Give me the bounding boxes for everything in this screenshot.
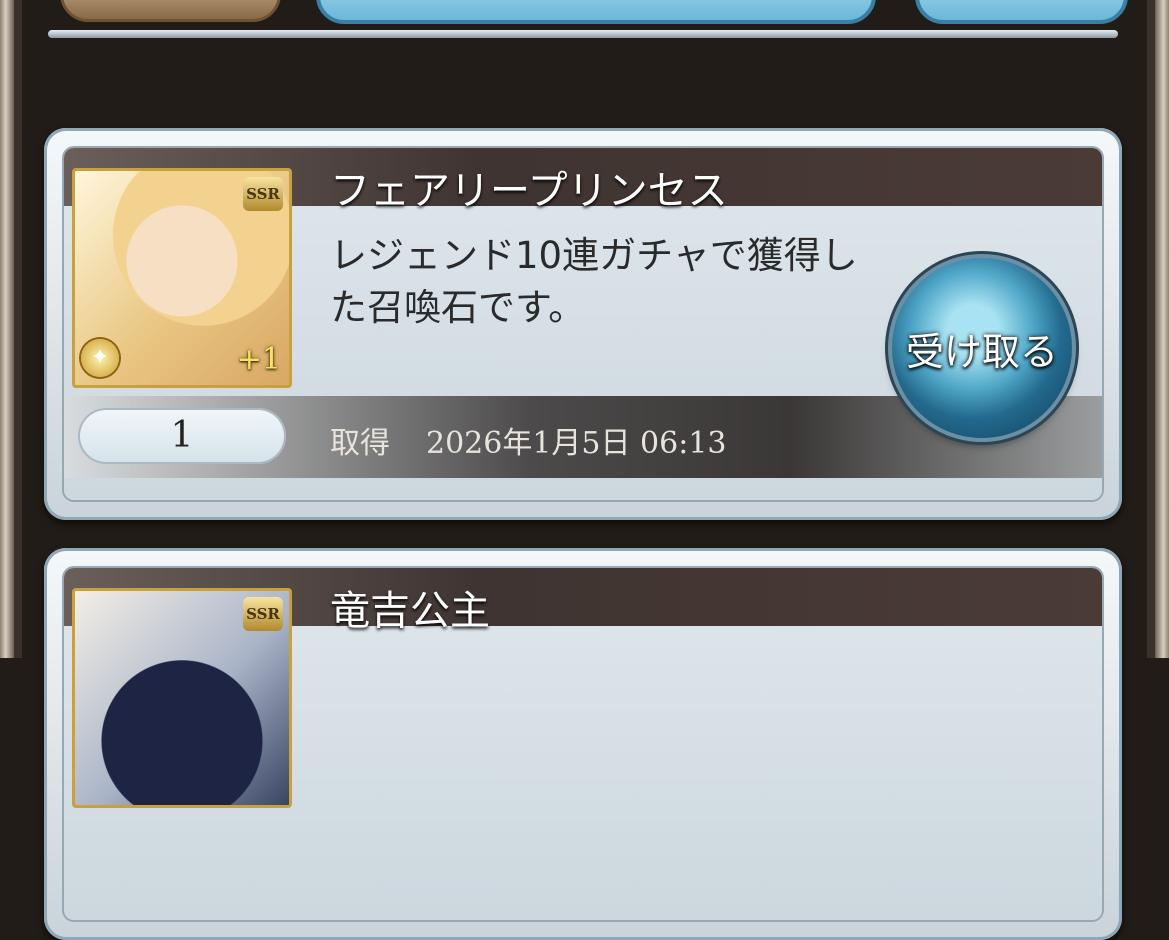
acquired-label: 取得 [330, 426, 390, 461]
receive-button[interactable]: 受け取る [892, 258, 1072, 438]
acquired-date: 2026年1月5日 06:13 [426, 426, 727, 461]
top-nav-button-middle[interactable] [316, 0, 876, 24]
frame-inner-left [14, 0, 22, 658]
top-nav-button-right[interactable] [915, 0, 1128, 24]
divider [48, 30, 1118, 38]
item-card: フェアリープリンセス レジェンド10連ガチャで獲得した召喚石です。 1 取得 2… [44, 128, 1122, 520]
frame-right [1155, 0, 1169, 658]
item-description: レジェンド10連ガチャで獲得した召喚石です。 [330, 234, 858, 329]
summon-thumbnail: SSR ✦ +1 [72, 168, 292, 388]
frame-inner-right [1147, 0, 1155, 658]
rarity-badge: SSR [243, 177, 283, 211]
receive-button-label: 受け取る [905, 329, 1058, 374]
star-element-icon: ✦ [81, 339, 119, 377]
item-name: 竜吉公主 [330, 588, 490, 634]
item-card-body: 竜吉公主 SSR [64, 568, 1102, 920]
plus-bonus-label: +1 [236, 342, 281, 377]
quantity-field[interactable]: 1 [78, 408, 286, 464]
summon-thumbnail: SSR [72, 588, 292, 808]
item-name: フェアリープリンセス [330, 168, 728, 214]
rarity-badge: SSR [243, 597, 283, 631]
frame-left [0, 0, 14, 658]
top-nav-button-left[interactable] [60, 0, 281, 22]
item-card: 竜吉公主 SSR [44, 548, 1122, 940]
